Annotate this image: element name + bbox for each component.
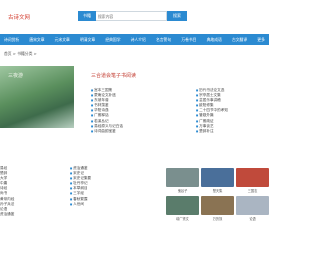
site-logo[interactable]: 古诗文网: [8, 13, 30, 21]
search-category-select[interactable]: 书籍: [78, 11, 96, 21]
nav-item[interactable]: 名言警句: [156, 34, 171, 45]
book-caption: 三国志: [247, 189, 258, 193]
book-list-b: 历代书法论文选 宗亭居士文集 芸居乐事讲稿 欧阳修集 二十四节中的孝知 管窥外篇…: [196, 88, 228, 134]
nav-item[interactable]: 典故成语: [207, 34, 222, 45]
nav-item[interactable]: 唐宋文章: [29, 34, 44, 45]
book-caption: 鬼谷子: [177, 189, 188, 193]
nav-item[interactable]: 古文翻译: [232, 34, 247, 45]
book-list-c: 易经 楚辞 大学 中庸 诗经 尚书 黄帝内经 孙子兵法 论语 资治通鉴: [0, 166, 14, 217]
nav-item[interactable]: 元宋文章: [55, 34, 70, 45]
search-button[interactable]: 搜索: [167, 11, 187, 21]
book-list-a: 宫本三国策 蒙庵论文补遗 东坡年谱 书林藻鉴 华阳诗逸 广雅释话 若溪丛记 易经…: [91, 88, 123, 134]
featured-heading[interactable]: 三合道会笔子书阅读: [91, 72, 136, 79]
list-item[interactable]: 黄帝内经: [0, 197, 14, 202]
book-card[interactable]: 万历奴: [201, 196, 234, 221]
book-caption: 论语: [249, 217, 256, 221]
book-cover: [201, 168, 234, 187]
featured-image-title: 三夜游: [8, 73, 24, 79]
nav-item[interactable]: 诗人介绍: [131, 34, 146, 45]
nav-item[interactable]: 诗词赏析: [4, 34, 19, 45]
book-card[interactable]: 增广贤文: [166, 196, 199, 221]
list-item[interactable]: 人世间: [70, 202, 91, 207]
book-card[interactable]: 楚天集: [201, 168, 234, 193]
nav-item[interactable]: 更多: [257, 34, 265, 45]
list-item[interactable]: 易经原义与记白话: [91, 124, 123, 129]
list-item[interactable]: 春秋繁露: [70, 197, 91, 202]
search-input[interactable]: [96, 11, 167, 21]
book-list-d: 资治通鉴 宋史记 宋史记集要 牡丹亭记 本草纲目 三字经 春秋繁露 人世间: [70, 166, 91, 207]
nav-item[interactable]: 明清文章: [80, 34, 95, 45]
book-cover: [201, 196, 234, 215]
book-cover: [166, 168, 199, 187]
list-item[interactable]: 诗词曲韵宝鉴: [91, 129, 123, 134]
main-nav: 诗词赏析 唐宋文章 元宋文章 明清文章 经典国学 诗人介绍 名言警句 万卷书目 …: [0, 34, 269, 45]
book-caption: 增广贤文: [176, 217, 189, 221]
book-cover: [166, 196, 199, 215]
book-card[interactable]: 鬼谷子: [166, 168, 199, 193]
book-card[interactable]: 三国志: [236, 168, 269, 193]
list-item[interactable]: 孙子兵法: [0, 202, 14, 207]
list-item[interactable]: 楚辞补注: [196, 129, 228, 134]
nav-item[interactable]: 经典国学: [105, 34, 120, 45]
book-caption: 楚天集: [212, 189, 223, 193]
book-caption: 万历奴: [212, 217, 223, 221]
nav-item[interactable]: 万卷书目: [181, 34, 196, 45]
list-item[interactable]: 资治通鉴: [0, 212, 14, 217]
breadcrumb[interactable]: 首页 > 书籍分类 >: [4, 51, 37, 57]
book-card[interactable]: 论语: [236, 196, 269, 221]
search-bar: 书籍 搜索: [78, 11, 187, 21]
book-cover: [236, 196, 269, 215]
featured-image[interactable]: 三夜游: [0, 66, 74, 128]
book-cover: [236, 168, 269, 187]
